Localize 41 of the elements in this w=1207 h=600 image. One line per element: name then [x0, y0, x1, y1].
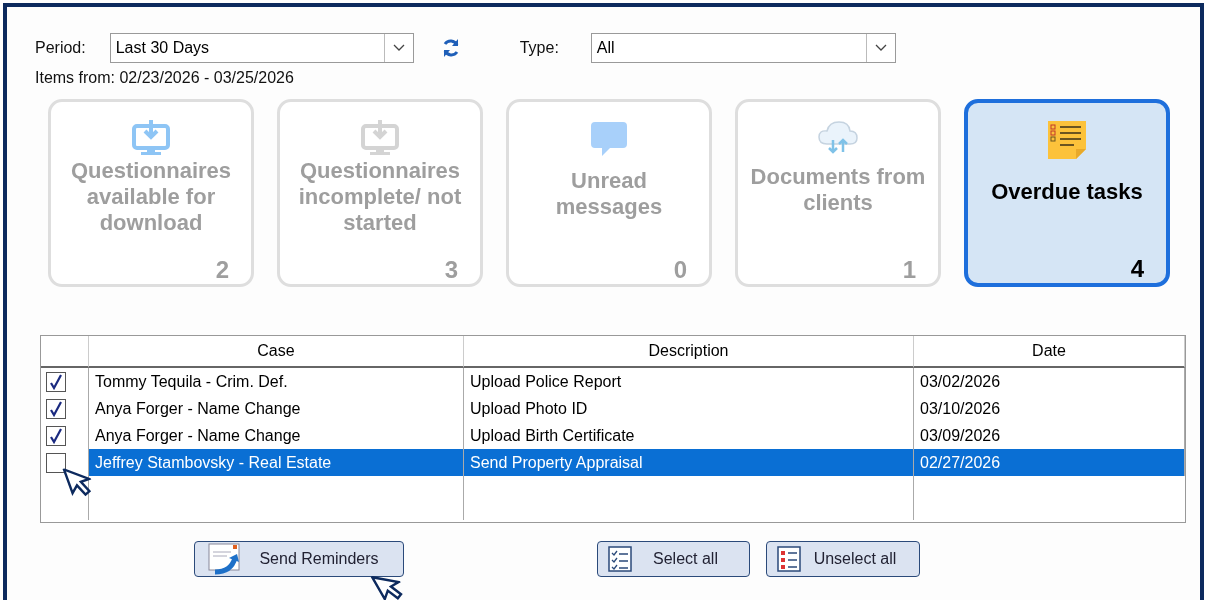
type-dropdown[interactable]: All: [590, 33, 896, 63]
table-cell: Tommy Tequila - Crim. Def.: [89, 368, 464, 395]
table-cell: Anya Forger - Name Change: [89, 395, 464, 422]
table-cell: 03/10/2026: [914, 395, 1185, 422]
card-count: 3: [444, 256, 458, 284]
checklist-icon: [608, 546, 632, 572]
row-checkbox[interactable]: [46, 452, 66, 473]
cloud-icon: [817, 120, 859, 154]
chat-bubble-icon: [590, 120, 628, 158]
period-label: Period:: [35, 39, 86, 57]
table-cell: Upload Photo ID: [464, 395, 914, 422]
action-button[interactable]: Unselect all: [766, 541, 920, 577]
column-header: Description: [464, 336, 914, 368]
table-cell: Upload Police Report: [464, 368, 914, 395]
refresh-icon[interactable]: [441, 38, 460, 58]
column-header: Date: [914, 336, 1185, 368]
monitor-download-icon: [132, 120, 170, 156]
action-button[interactable]: Select all: [597, 541, 750, 577]
header-cell: [41, 336, 89, 368]
column-header: Case: [89, 336, 464, 368]
card-count: 4: [1130, 255, 1144, 283]
card-count: 2: [215, 256, 229, 284]
row-checkbox[interactable]: [46, 425, 66, 446]
period-dropdown[interactable]: Last 30 Days: [109, 33, 414, 63]
summary-card[interactable]: Overdue tasks 4: [964, 99, 1170, 287]
action-button[interactable]: Send Reminders: [194, 541, 404, 577]
table-cell: Jeffrey Stambovsky - Real Estate: [89, 449, 464, 476]
table-cell: 02/27/2026: [914, 449, 1185, 476]
card-count: 0: [673, 256, 687, 284]
sticky-note-icon: [1048, 121, 1086, 159]
date-range-text: Items from: 02/23/2026 - 03/25/2026: [35, 69, 295, 87]
table-cell: 03/02/2026: [914, 368, 1185, 395]
row-checkbox[interactable]: [46, 398, 66, 419]
type-label: Type:: [519, 39, 559, 57]
card-count: 1: [902, 256, 916, 284]
monitor-download-icon: [361, 120, 399, 156]
chevron-down-icon: [874, 44, 887, 52]
chevron-down-icon: [392, 44, 405, 52]
row-checkbox[interactable]: [46, 371, 66, 392]
list-icon: [777, 546, 801, 572]
table-cell: Send Property Appraisal: [464, 449, 914, 476]
